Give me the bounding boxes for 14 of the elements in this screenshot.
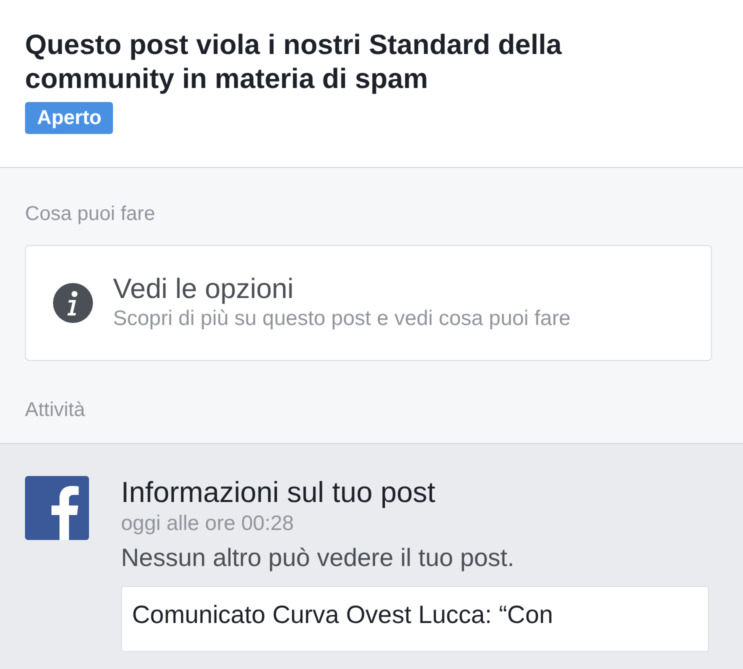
section-heading: Attività	[25, 398, 86, 423]
status-label: Aperto	[25, 102, 114, 134]
card-title: Vedi le opzioni	[113, 273, 295, 305]
facebook-logo-icon	[25, 476, 89, 540]
quoted-post-text: Comunicato Curva Ovest Lucca: “Con	[132, 601, 554, 629]
card-subtitle: Scopri di più su questo post e vedi cosa puoi fare	[113, 306, 571, 332]
section-heading: Cosa puoi fare	[25, 202, 156, 227]
options-card[interactable]: Vedi le opzioni Scopri di più su questo post e vedi cosa puoi fare	[25, 245, 712, 361]
post-title: Questo post viola i nostri Standard della community in materia di spam	[25, 28, 563, 96]
activity-item[interactable]: Informazioni sul tuo post oggi alle ore 00:28 Nessun altro può vedere il tuo post. Comunicato Curva Ovest Lucca: “Con	[0, 443, 743, 669]
activity-title: Informazioni sul tuo post	[121, 476, 436, 510]
activity-message: Nessun altro può vedere il tuo post.	[121, 543, 516, 574]
info-icon	[53, 283, 93, 323]
activity-time: oggi alle ore 00:28	[121, 511, 295, 537]
